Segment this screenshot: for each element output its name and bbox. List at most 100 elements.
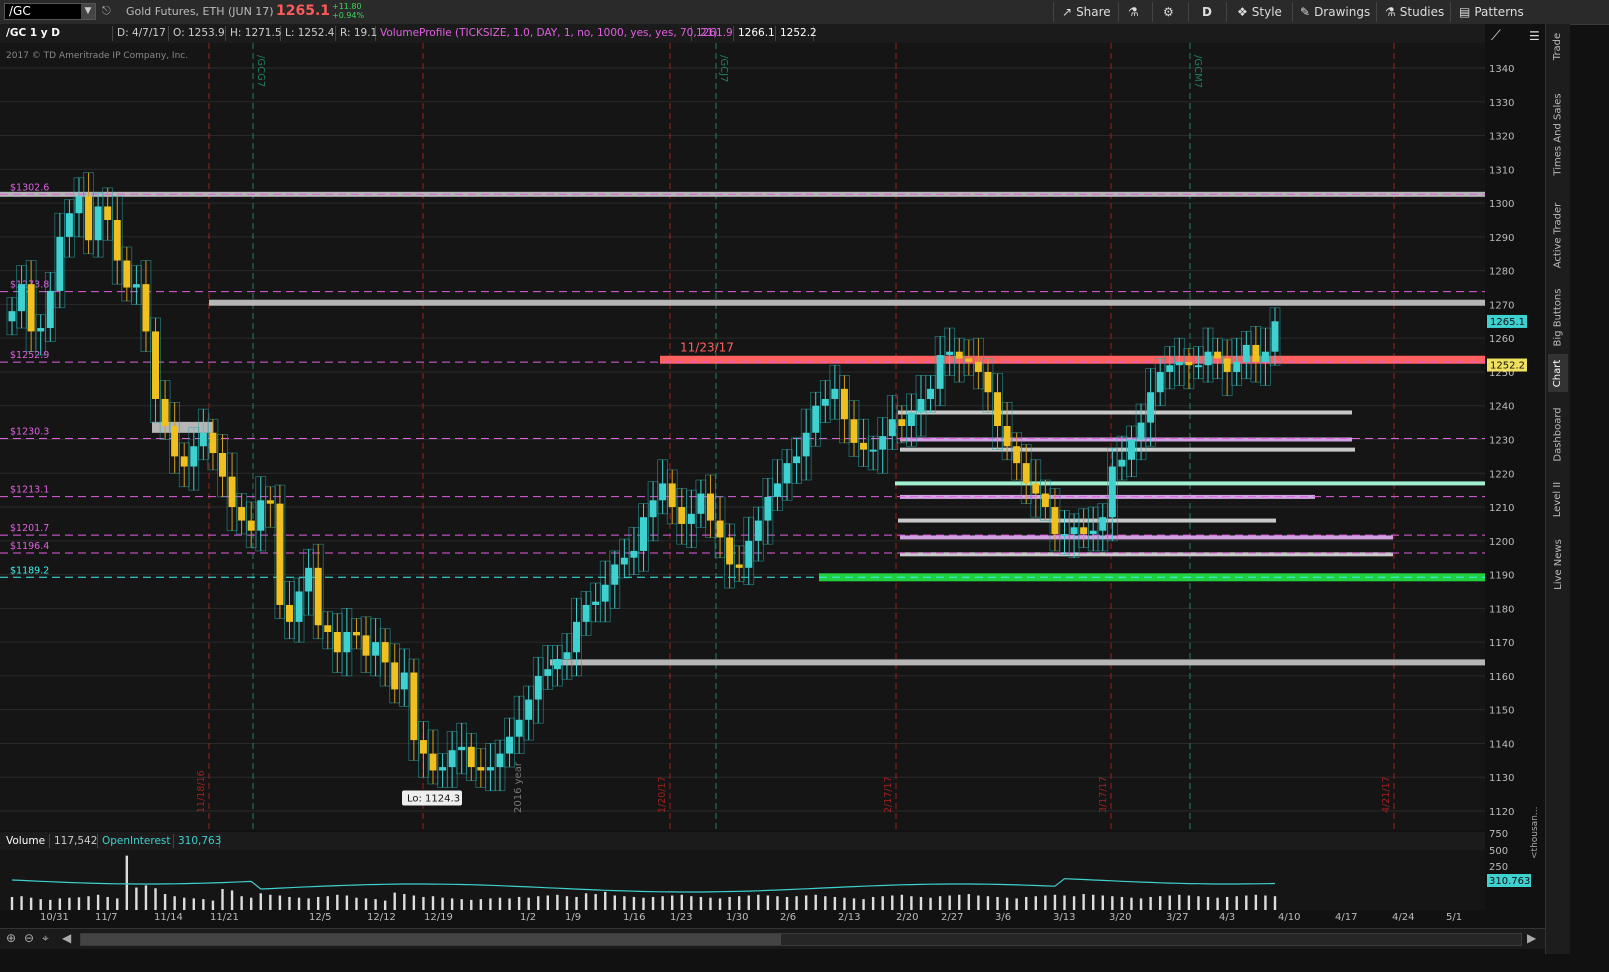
- symbol-dropdown-icon[interactable]: ▼: [81, 4, 95, 19]
- patterns-icon: ▤: [1459, 5, 1471, 19]
- volume-bar: [584, 893, 588, 910]
- volume-bar: [125, 855, 129, 910]
- zoom-out-icon[interactable]: ⊖: [24, 931, 34, 945]
- zoom-fit-icon[interactable]: ⌖: [42, 931, 49, 946]
- volume-bar: [183, 897, 186, 910]
- candle-body: [1261, 351, 1269, 362]
- candle-body: [142, 284, 150, 332]
- zone-bar: [209, 299, 1485, 306]
- price-chart[interactable]: 11/23/17$1302.6$1273.8$1252.9$1230.3$121…: [0, 43, 1485, 830]
- volume-bar: [1120, 896, 1124, 910]
- instrument-description: Gold Futures, ETH (JUN 17): [126, 5, 274, 18]
- scroll-left-icon[interactable]: ◀: [62, 931, 71, 945]
- candle-body: [439, 767, 447, 771]
- price-tick-label: 1280: [1489, 267, 1514, 278]
- candle-body: [458, 746, 466, 751]
- patterns-button[interactable]: ▤ Patterns: [1459, 3, 1524, 21]
- volume-tick-label: 250: [1489, 862, 1508, 873]
- candle-body: [1223, 358, 1231, 372]
- volume-bar: [881, 896, 884, 910]
- studies-icon: ⚗: [1385, 5, 1396, 19]
- symbol-input[interactable]: /GC ▼: [4, 3, 96, 20]
- sidebar-tab-live-news[interactable]: Live News: [1548, 524, 1568, 604]
- candle-body: [1137, 422, 1145, 440]
- volume-bar: [737, 896, 741, 910]
- volume-bar: [192, 898, 195, 910]
- candle-body: [927, 388, 935, 399]
- candle-body: [544, 669, 552, 676]
- candle-body: [860, 442, 868, 450]
- openinterest-label[interactable]: OpenInterest: [98, 834, 174, 848]
- price-axis[interactable]: 1340 1330 1320 1310 1300 1290 1280 1270 1260 1250…: [1485, 24, 1545, 954]
- candle-body: [592, 601, 600, 605]
- price-tick-label: 1330: [1489, 98, 1514, 109]
- year-marker-label: 2016 year: [513, 761, 524, 813]
- scroll-thumb[interactable]: [81, 934, 781, 945]
- volume-bar: [498, 897, 502, 910]
- volume-bar: [527, 897, 530, 910]
- sidebar-tab-level-ii[interactable]: Level II: [1548, 477, 1568, 521]
- scroll-track[interactable]: [80, 933, 1522, 946]
- candle-body: [515, 719, 523, 737]
- candle-body: [305, 567, 313, 592]
- pencil-icon: ✎: [1300, 5, 1311, 19]
- share-button[interactable]: ↗ Share: [1062, 3, 1111, 21]
- bar-open: O: 1253.9: [169, 26, 226, 41]
- time-tick-label: 2/20: [896, 912, 919, 923]
- scroll-right-icon[interactable]: ▶: [1527, 931, 1536, 945]
- style-button[interactable]: ❖ Style: [1237, 3, 1282, 21]
- candle-body: [46, 290, 54, 329]
- volume-bar: [221, 888, 224, 910]
- settings-button[interactable]: ⚙: [1163, 3, 1174, 21]
- candle-body: [1185, 361, 1193, 366]
- link-icon[interactable]: ⎋: [102, 4, 112, 19]
- price-axis-canvas: 1340133013201310130012901280127012601250…: [1487, 28, 1540, 887]
- sidebar-tab-chart[interactable]: Chart: [1548, 354, 1568, 392]
- drawings-button[interactable]: ✎ Drawings: [1300, 3, 1370, 21]
- volume-bar: [116, 898, 119, 910]
- volume-bar: [336, 894, 339, 910]
- volume-header: Volume 117,542 OpenInterest 310,763: [0, 832, 1485, 850]
- candle-body: [687, 513, 695, 524]
- chart-header: /GC 1 y D D: 4/7/17 O: 1253.9 H: 1271.5 …: [0, 24, 1485, 43]
- candle-body: [219, 453, 226, 477]
- toolbar-divider: [1226, 2, 1227, 22]
- sidebar-tab-times-and-sales[interactable]: Times And Sales: [1548, 79, 1568, 190]
- zoom-in-icon[interactable]: ⊕: [6, 931, 16, 945]
- flask-button[interactable]: ⚗: [1128, 3, 1139, 21]
- sidebar-tab-label: Level II: [1552, 481, 1564, 517]
- sidebar-tab-label: Active Trader: [1552, 202, 1564, 268]
- volume-bar: [575, 896, 578, 910]
- studies-button[interactable]: ⚗ Studies: [1385, 3, 1444, 21]
- volume-bar: [202, 899, 205, 910]
- study-name[interactable]: VolumeProfile (TICKSIZE, 1.0, DAY, 1, no…: [376, 26, 718, 41]
- volume-bar: [1072, 896, 1076, 910]
- value-area-bar: [900, 447, 1355, 452]
- volume-bar: [374, 899, 377, 910]
- share-icon: ↗: [1062, 5, 1073, 19]
- candle-body: [37, 328, 45, 332]
- period-button[interactable]: D: [1202, 3, 1212, 21]
- volume-bar: [996, 896, 999, 910]
- chart-title[interactable]: /GC 1 y D: [2, 26, 113, 41]
- bar-date: D: 4/7/17: [113, 26, 169, 41]
- time-axis[interactable]: 10/31 11/7 11/14 11/21 12/5 12/12 12/19 1/2 1/9 1…: [0, 910, 1485, 928]
- sidebar-tab-big-buttons[interactable]: Big Buttons: [1548, 284, 1568, 350]
- time-tick-label: 12/19: [424, 912, 453, 923]
- toolbar-divider: [1188, 2, 1189, 22]
- price-tick-label: 1120: [1489, 807, 1514, 818]
- candle-body: [180, 456, 188, 467]
- sidebar-tab-dashboard[interactable]: Dashboard: [1548, 394, 1568, 474]
- volume-chart[interactable]: [0, 850, 1485, 910]
- sidebar-tab-active-trader[interactable]: Active Trader: [1548, 190, 1568, 280]
- price-level-label: $1230.3: [10, 426, 49, 437]
- chart-scrollbar[interactable]: ⊕ ⊖ ⌖ ◀ ▶: [0, 928, 1545, 949]
- volume-bar: [871, 896, 875, 910]
- candle-body: [1252, 344, 1260, 362]
- time-tick-label: 1/2: [520, 912, 537, 923]
- volume-bar: [250, 897, 253, 910]
- volume-label[interactable]: Volume: [2, 834, 50, 848]
- volume-bar: [986, 896, 990, 910]
- volume-bar: [460, 899, 463, 910]
- sidebar-tab-trade[interactable]: Trade: [1548, 24, 1568, 68]
